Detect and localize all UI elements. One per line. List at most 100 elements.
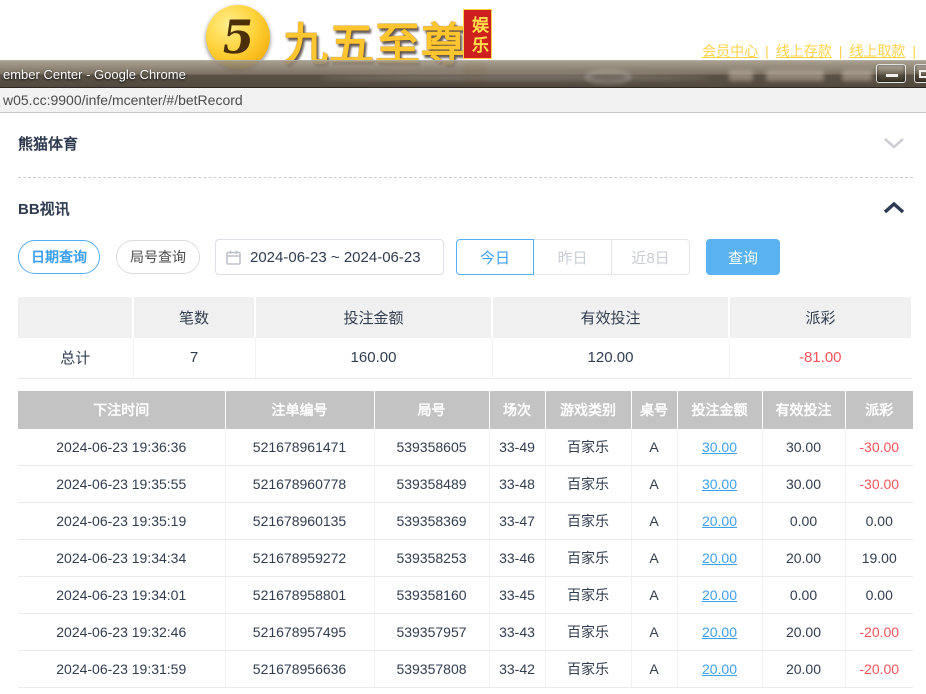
round-id: 539358160 [374,577,489,614]
filter-toolbar: 日期查询 局号查询 2024-06-23 ~ 2024-06-23 今日 昨日 … [18,239,913,275]
nav-link[interactable]: 线上存款 [776,43,832,59]
summary-table: 笔数 投注金额 有效投注 派彩 总计 7 160.00 120.00 -81.0… [18,297,911,379]
nav-link[interactable]: 会员中心 [702,43,758,59]
minimize-button[interactable] [876,64,906,83]
session: 33-48 [489,466,545,503]
column-header: 注单编号 [225,391,374,429]
session: 33-49 [489,429,545,466]
game-type: 百家乐 [545,614,631,651]
browser-titlebar[interactable]: ember Center - Google Chrome [0,60,926,88]
column-header: 游戏类别 [545,391,631,429]
bet-amount-link[interactable]: 20.00 [702,624,737,640]
section-divider [18,177,913,178]
column-header: 投注金额 [677,391,762,429]
search-button[interactable]: 查询 [706,239,780,275]
valid-bet: 0.00 [762,503,845,540]
maximize-button[interactable] [914,64,926,83]
chevron-down-icon[interactable] [883,137,905,149]
bet-amount: 30.00 [677,466,762,503]
round-id: 539358369 [374,503,489,540]
valid-bet: 20.00 [762,651,845,688]
bet-time: 2024-06-23 19:36:36 [18,429,225,466]
date-range-input[interactable]: 2024-06-23 ~ 2024-06-23 [215,239,444,275]
summary-total-row: 总计 7 160.00 120.00 -81.00 [18,338,911,378]
bet-amount-link[interactable]: 20.00 [702,550,737,566]
table-row: 2024-06-23 19:32:46521678957495539357957… [18,614,913,651]
last-8-days-button[interactable]: 近8日 [612,239,690,275]
bet-amount: 20.00 [677,614,762,651]
minimize-icon [886,74,898,77]
round-id: 539358605 [374,429,489,466]
nav-separator: | [832,43,850,59]
browser-urlbar[interactable]: w05.cc:9900/infe/mcenter/#/betRecord [0,88,926,113]
bet-time: 2024-06-23 19:35:19 [18,503,225,540]
column-header: 局号 [374,391,489,429]
maximize-icon [919,70,926,78]
round-query-tab[interactable]: 局号查询 [116,240,200,274]
round-id: 539358253 [374,540,489,577]
date-range-value: 2024-06-23 ~ 2024-06-23 [250,249,421,266]
bet-id: 521678956636 [225,651,374,688]
banner-nav: 会员中心 | 线上存款 | 线上取款 | [702,41,923,61]
today-button[interactable]: 今日 [456,239,534,275]
bet-time: 2024-06-23 19:35:55 [18,466,225,503]
summary-header-payout: 派彩 [729,297,911,338]
round-id: 539357808 [374,651,489,688]
payout: 19.00 [845,540,913,577]
valid-bet: 20.00 [762,614,845,651]
column-header: 有效投注 [762,391,845,429]
bet-amount: 30.00 [677,429,762,466]
bet-amount-link[interactable]: 20.00 [702,661,737,677]
payout: 0.00 [845,503,913,540]
bet-amount: 20.00 [677,540,762,577]
bet-time: 2024-06-23 19:34:01 [18,577,225,614]
summary-header-count: 笔数 [133,297,255,338]
banner-swirl-decoration [320,75,710,80]
bet-time: 2024-06-23 19:34:34 [18,540,225,577]
table-row: 2024-06-23 19:34:01521678958801539358160… [18,577,913,614]
bet-amount-link[interactable]: 30.00 [702,476,737,492]
site-banner: 5 九五至尊 娱乐 会员中心 | 线上存款 | 线上取款 | ember Cen… [0,0,926,88]
section-panda-sports[interactable]: 熊猫体育 [18,125,913,161]
bet-amount-link[interactable]: 20.00 [702,513,737,529]
bet-amount-link[interactable]: 20.00 [702,587,737,603]
table-row: 2024-06-23 19:35:19521678960135539358369… [18,503,913,540]
table-no: A [631,466,677,503]
quick-range-group: 今日 昨日 近8日 [456,239,690,275]
column-header: 桌号 [631,391,677,429]
censored-user-info [766,70,824,81]
date-query-tab[interactable]: 日期查询 [18,240,100,274]
bet-time: 2024-06-23 19:31:59 [18,651,225,688]
summary-header-row: 笔数 投注金额 有效投注 派彩 [18,297,911,338]
payout: -30.00 [845,429,913,466]
session: 33-46 [489,540,545,577]
session: 33-42 [489,651,545,688]
round-id: 539357957 [374,614,489,651]
window-title: ember Center - Google Chrome [0,67,186,82]
bet-amount-link[interactable]: 30.00 [702,439,737,455]
game-type: 百家乐 [545,503,631,540]
bet-table-header-row: 下注时间注单编号局号场次游戏类别桌号投注金额有效投注派彩 [18,391,913,429]
summary-header-bet: 投注金额 [255,297,492,338]
nav-separator: | [905,43,923,59]
bet-time: 2024-06-23 19:32:46 [18,614,225,651]
session: 33-45 [489,577,545,614]
table-row: 2024-06-23 19:35:55521678960778539358489… [18,466,913,503]
table-row: 2024-06-23 19:36:36521678961471539358605… [18,429,913,466]
table-no: A [631,651,677,688]
valid-bet: 20.00 [762,540,845,577]
game-type: 百家乐 [545,429,631,466]
bet-id: 521678960778 [225,466,374,503]
summary-header-valid: 有效投注 [492,297,729,338]
table-row: 2024-06-23 19:34:34521678959272539358253… [18,540,913,577]
yesterday-button[interactable]: 昨日 [534,239,612,275]
game-type: 百家乐 [545,466,631,503]
section-title: BB视讯 [18,198,70,219]
chevron-up-icon[interactable] [883,202,905,214]
url-text: w05.cc:9900/infe/mcenter/#/betRecord [3,92,243,108]
bet-amount: 20.00 [677,503,762,540]
section-bb-video[interactable]: BB视讯 [18,190,913,226]
total-payout: -81.00 [729,338,911,378]
censored-user-info [729,70,753,81]
nav-link[interactable]: 线上取款 [849,43,905,59]
